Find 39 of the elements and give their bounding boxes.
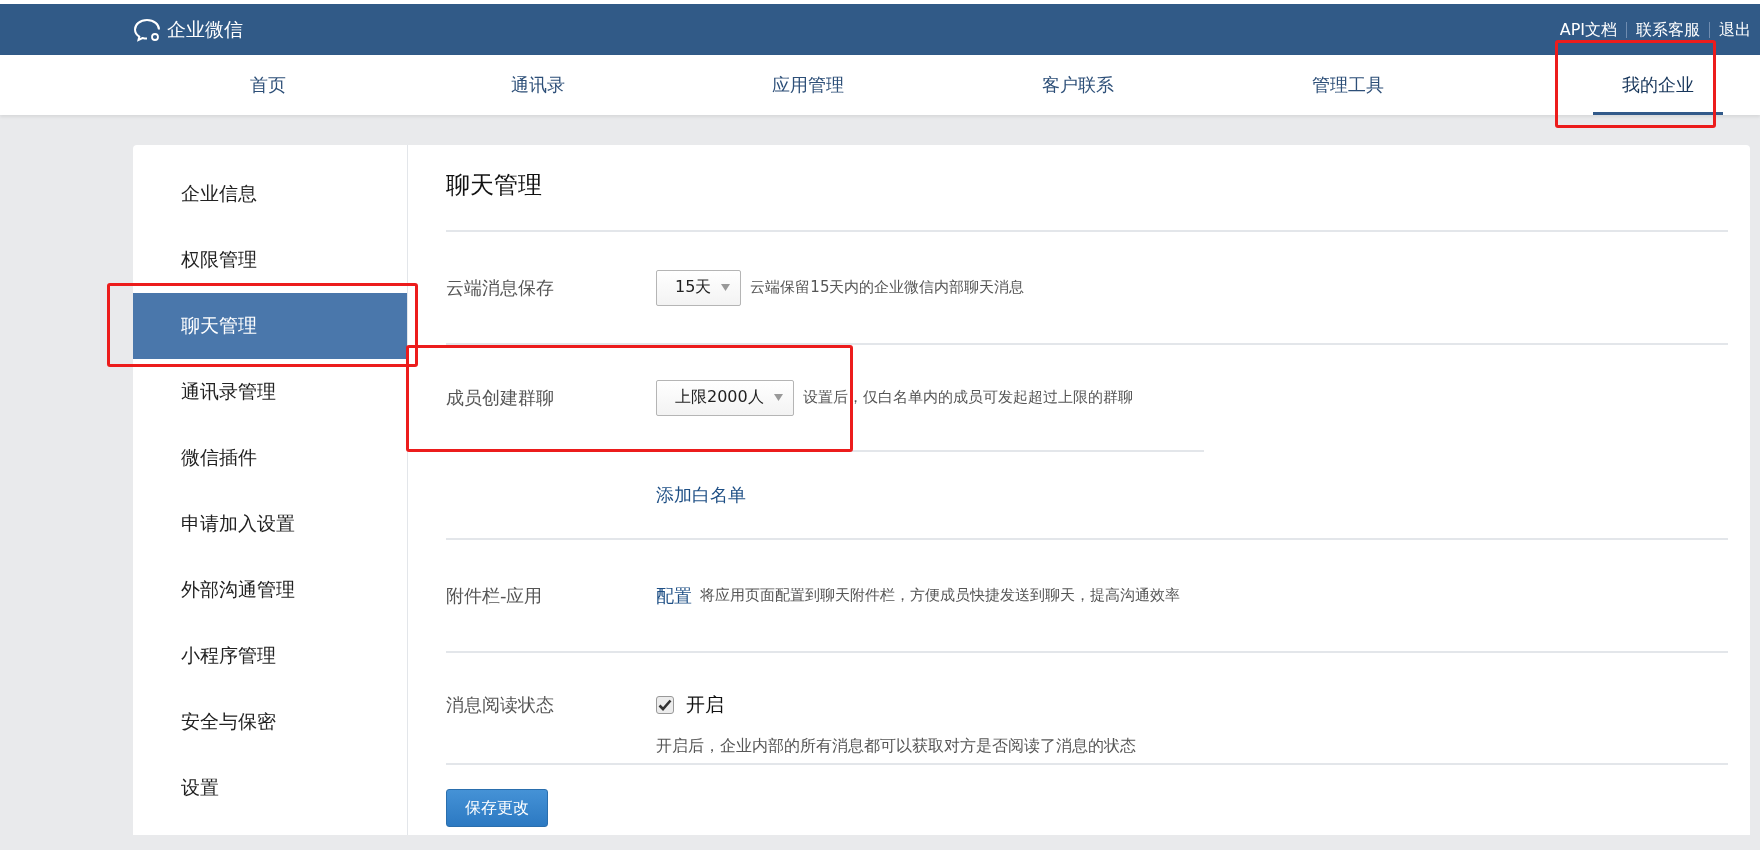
setting-description: 开启后，企业内部的所有消息都可以获取对方是否阅读了消息的状态 [655,736,1137,757]
setting-description: 云端保留15天内的企业微信内部聊天消息 [750,278,1025,297]
dropdown[interactable]: 上限2000人 [656,379,794,416]
setting-description: 将应用页面配置到聊天附件栏，方便成员快捷发送到聊天，提高沟通效率 [700,586,1180,605]
header-link[interactable]: API文档 [1550,21,1626,38]
nav-tab[interactable]: 应用管理 [743,55,873,115]
nav-tab[interactable]: 首页 [203,55,333,115]
nav-tab[interactable]: 管理工具 [1283,55,1413,115]
add-whitelist-link[interactable]: 添加白名单 [656,483,746,507]
sidebar-item[interactable]: 企业信息 [133,161,407,227]
sidebar-item[interactable]: 外部沟通管理 [133,557,407,623]
sidebar-item[interactable]: 微信插件 [133,425,407,491]
nav-tab[interactable]: 我的企业 [1593,55,1723,115]
chat-bubble-logo-icon [133,16,163,43]
page-title: 聊天管理 [446,145,1728,232]
setting-label: 附件栏-应用 [446,583,544,608]
checkbox-label: 开启 [686,692,724,717]
caret-icon [721,284,731,291]
setting-label: 消息阅读状态 [446,693,555,717]
dropdown[interactable]: 15天 [656,269,742,306]
caret-icon [773,394,783,401]
sidebar-item[interactable]: 权限管理 [133,227,407,293]
setting-description: 设置后，仅白名单内的成员可发起超过上限的群聊 [802,388,1133,407]
sidebar-item[interactable]: 聊天管理 [133,293,407,359]
save-button[interactable]: 保存更改 [446,789,548,827]
logo-text: 企业微信 [167,16,243,42]
sidebar-item[interactable]: 小程序管理 [133,623,407,689]
sidebar-item[interactable]: 安全与保密 [133,689,407,755]
sidebar-item[interactable]: 申请加入设置 [133,491,407,557]
setting-label: 云端消息保存 [446,275,555,300]
nav-tab[interactable]: 客户联系 [1013,55,1143,115]
header-link[interactable]: 联系客服 [1626,21,1709,38]
checkbox[interactable] [656,696,674,714]
nav-tab[interactable]: 通讯录 [473,55,603,115]
sidebar-item[interactable]: 设置 [133,755,407,821]
sidebar-item[interactable]: 通讯录管理 [133,359,407,425]
header-link[interactable]: 退出 [1709,21,1760,38]
setting-label: 成员创建群聊 [446,385,555,410]
config-link[interactable]: 配置 [656,583,692,608]
